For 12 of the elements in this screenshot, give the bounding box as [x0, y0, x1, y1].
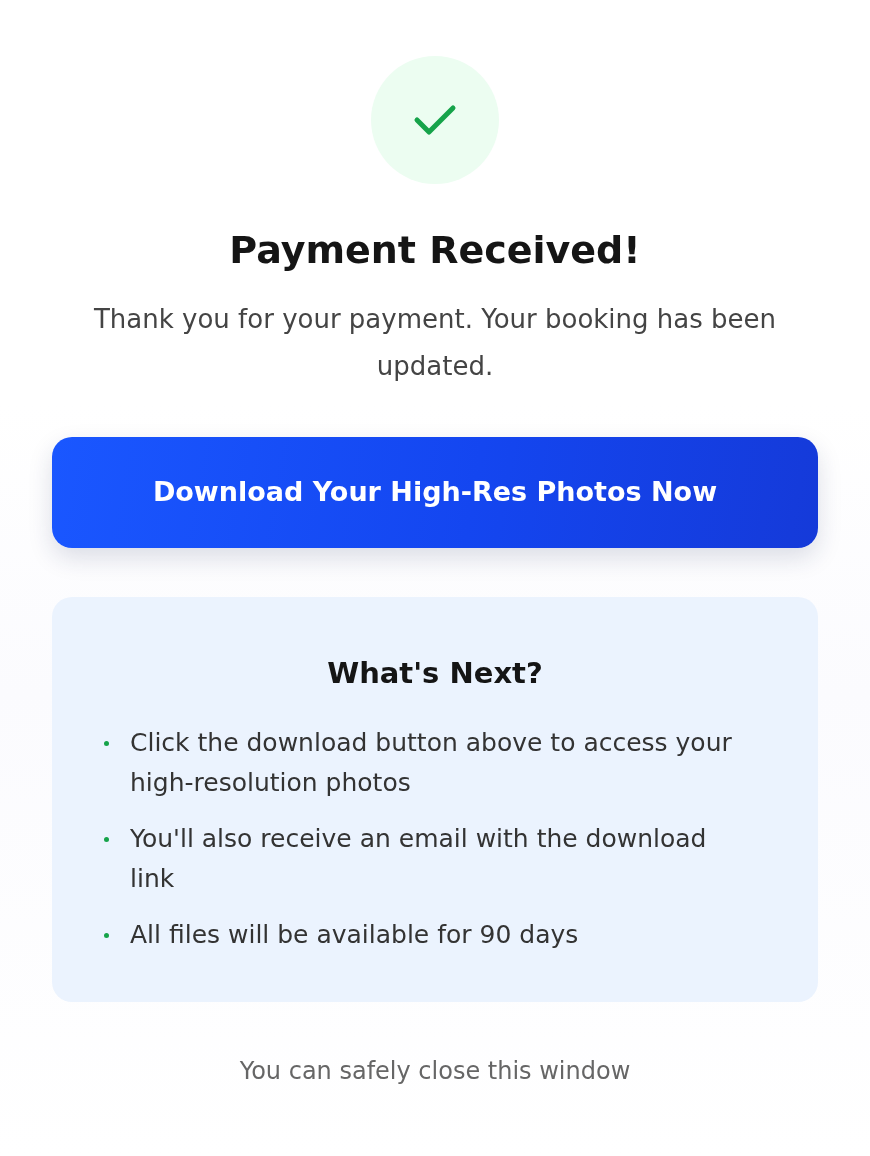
bullet-dot-icon: [104, 837, 109, 843]
download-button[interactable]: Download Your High-Res Photos Now: [52, 436, 818, 548]
next-step-text: You'll also receive an email with the download link: [130, 823, 708, 896]
bullet-dot-icon: [104, 741, 109, 747]
confirmation-message: Thank you for your payment. Your booking has been updated.: [93, 302, 777, 383]
page-title: Payment Received!: [228, 228, 642, 274]
next-steps-heading: What's Next?: [326, 655, 544, 691]
check-icon: [371, 56, 499, 184]
next-step-text: All files will be available for 90 days: [130, 919, 579, 952]
bullet-dot-icon: [104, 933, 109, 939]
next-step-text: Click the download button above to access your high-resolution photos: [130, 727, 733, 800]
footer-note: You can safely close this window: [238, 1056, 632, 1088]
